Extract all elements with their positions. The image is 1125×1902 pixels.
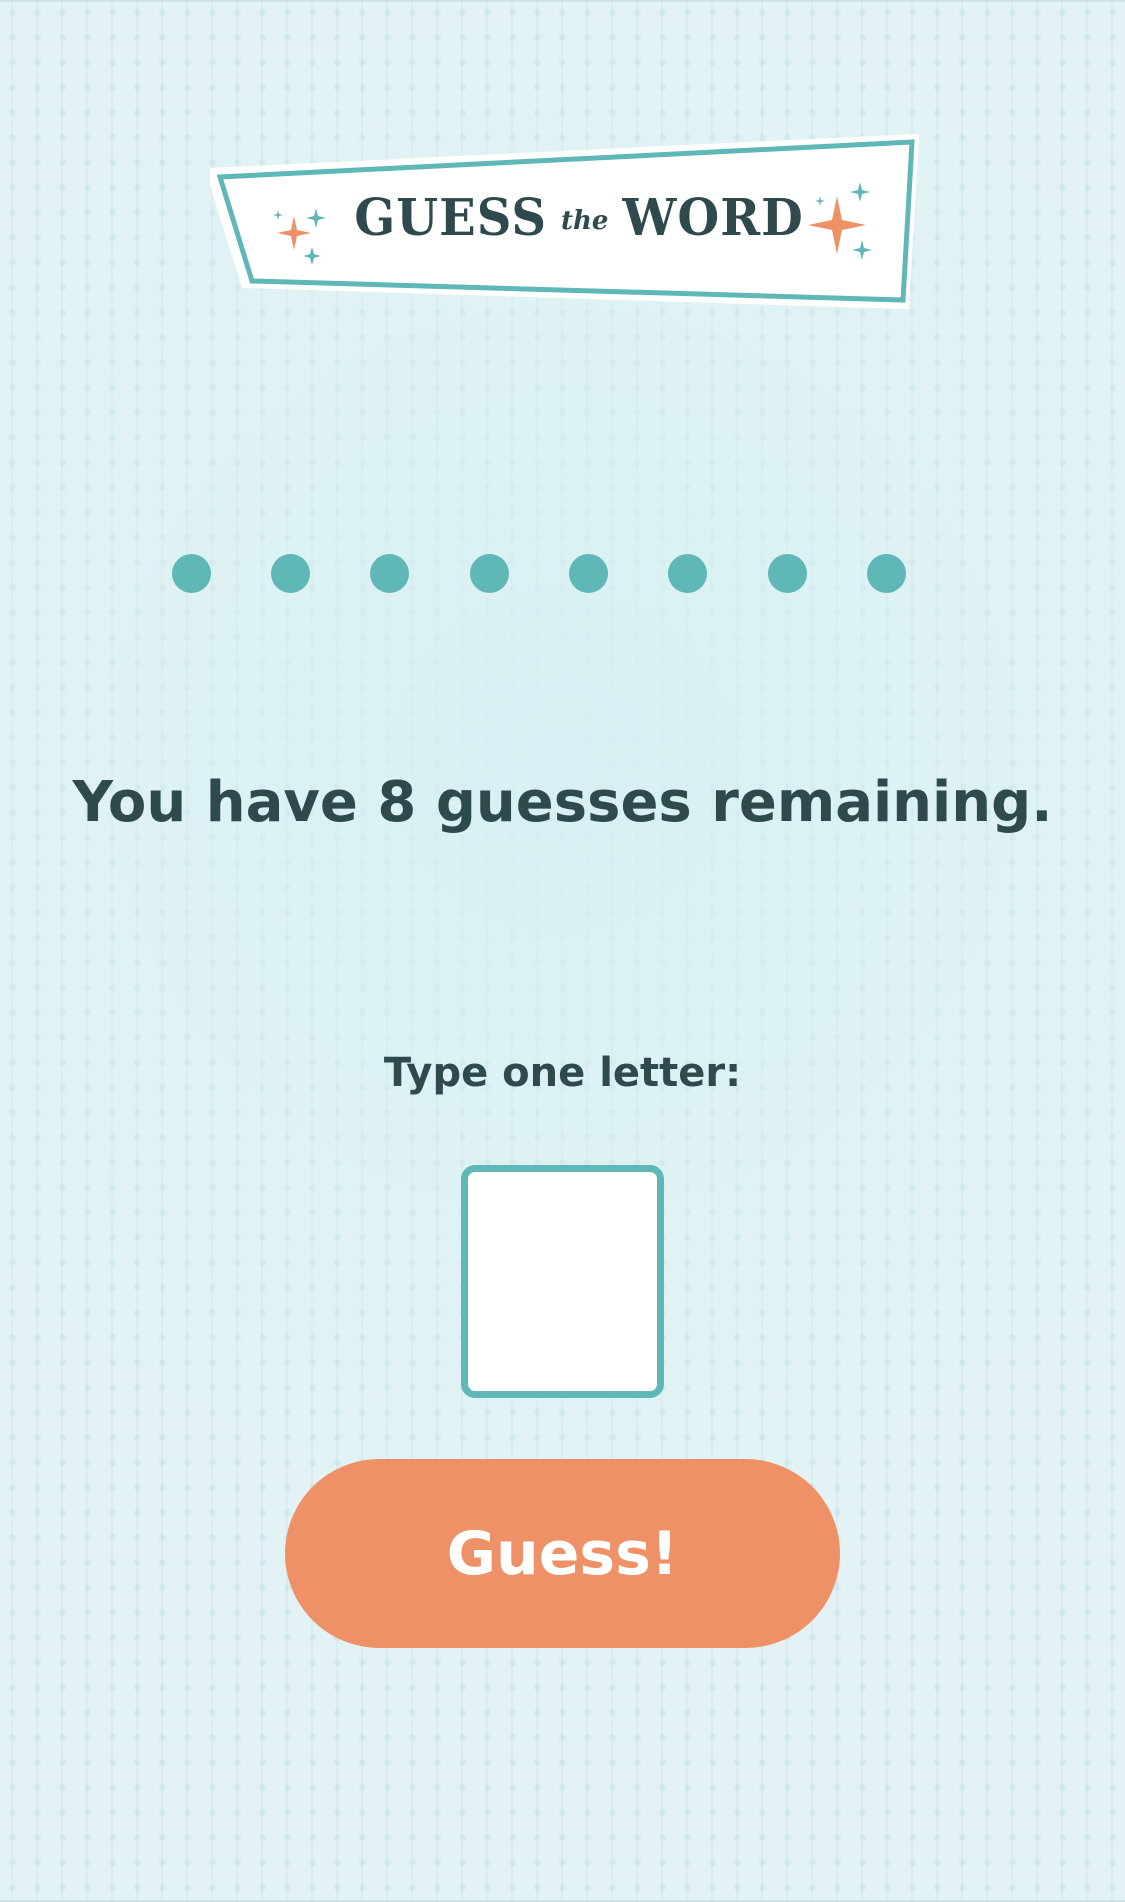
app-title: GUESS the WORD xyxy=(224,128,934,308)
letter-placeholder-dot xyxy=(668,554,707,593)
guesses-remaining-text: You have 8 guesses remaining. xyxy=(72,770,1053,835)
letter-placeholder-dot xyxy=(470,554,509,593)
letter-placeholder-dot xyxy=(172,554,211,593)
title-the: the xyxy=(561,206,609,236)
letter-input[interactable] xyxy=(461,1165,664,1398)
letter-placeholder-dot xyxy=(768,554,807,593)
title-banner: GUESS the WORD xyxy=(210,130,920,310)
guess-button[interactable]: Guess! xyxy=(285,1459,840,1648)
letter-input-label: Type one letter: xyxy=(383,1050,742,1096)
word-placeholder-dots xyxy=(172,554,908,594)
letter-placeholder-dot xyxy=(271,554,310,593)
top-border xyxy=(0,0,1125,2)
letter-placeholder-dot xyxy=(569,554,608,593)
letter-placeholder-dot xyxy=(370,554,409,593)
title-word: WORD xyxy=(622,188,804,248)
title-guess: GUESS xyxy=(354,188,547,248)
letter-placeholder-dot xyxy=(867,554,906,593)
